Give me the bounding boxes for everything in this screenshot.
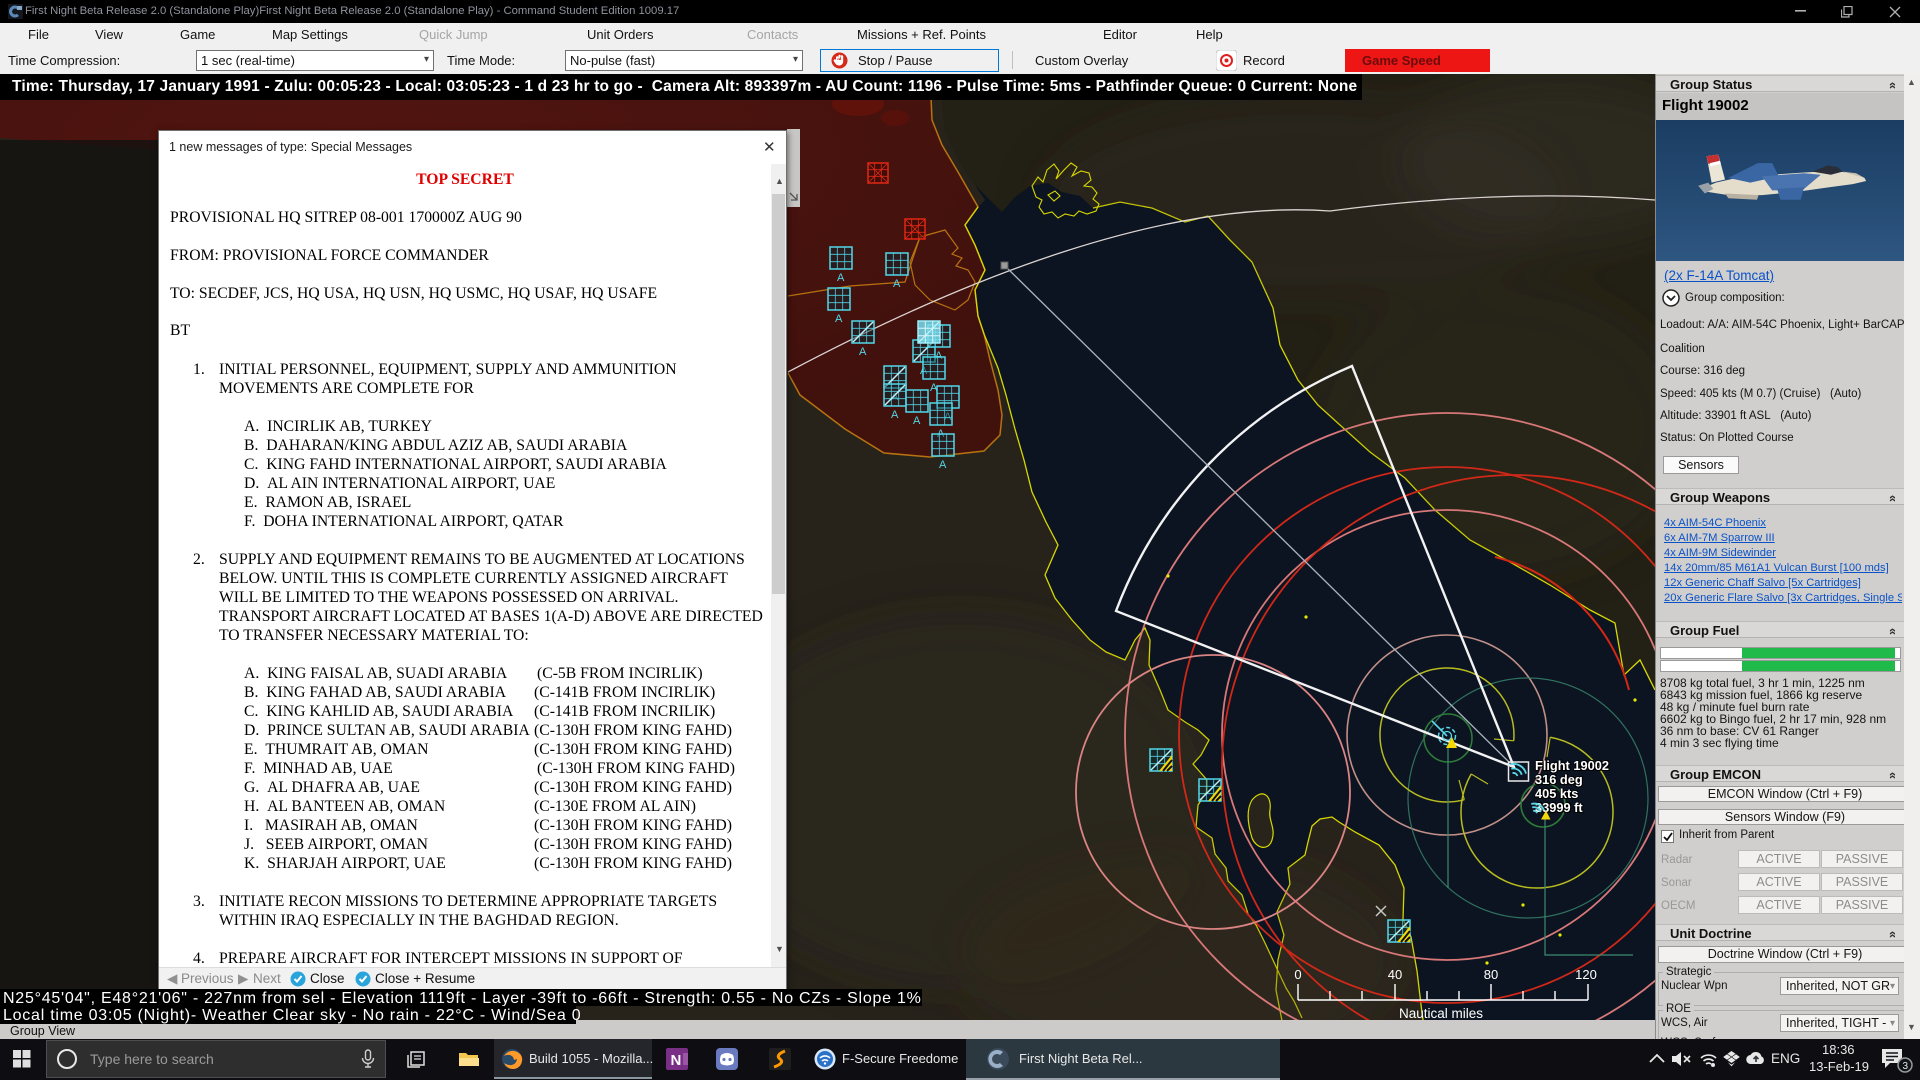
svg-text:0: 0 <box>1294 967 1301 982</box>
svg-text:405 kts: 405 kts <box>1535 786 1578 801</box>
svg-text:316 deg: 316 deg <box>1535 772 1583 787</box>
svg-text:N: N <box>671 1052 682 1069</box>
svg-text:80: 80 <box>1484 967 1498 982</box>
svg-text:Nautical miles: Nautical miles <box>1399 1006 1483 1020</box>
svg-text:120: 120 <box>1575 967 1597 982</box>
svg-text:40: 40 <box>1388 967 1402 982</box>
svg-text:Flight 19002: Flight 19002 <box>1535 758 1609 773</box>
svg-text:3: 3 <box>1903 1061 1909 1072</box>
